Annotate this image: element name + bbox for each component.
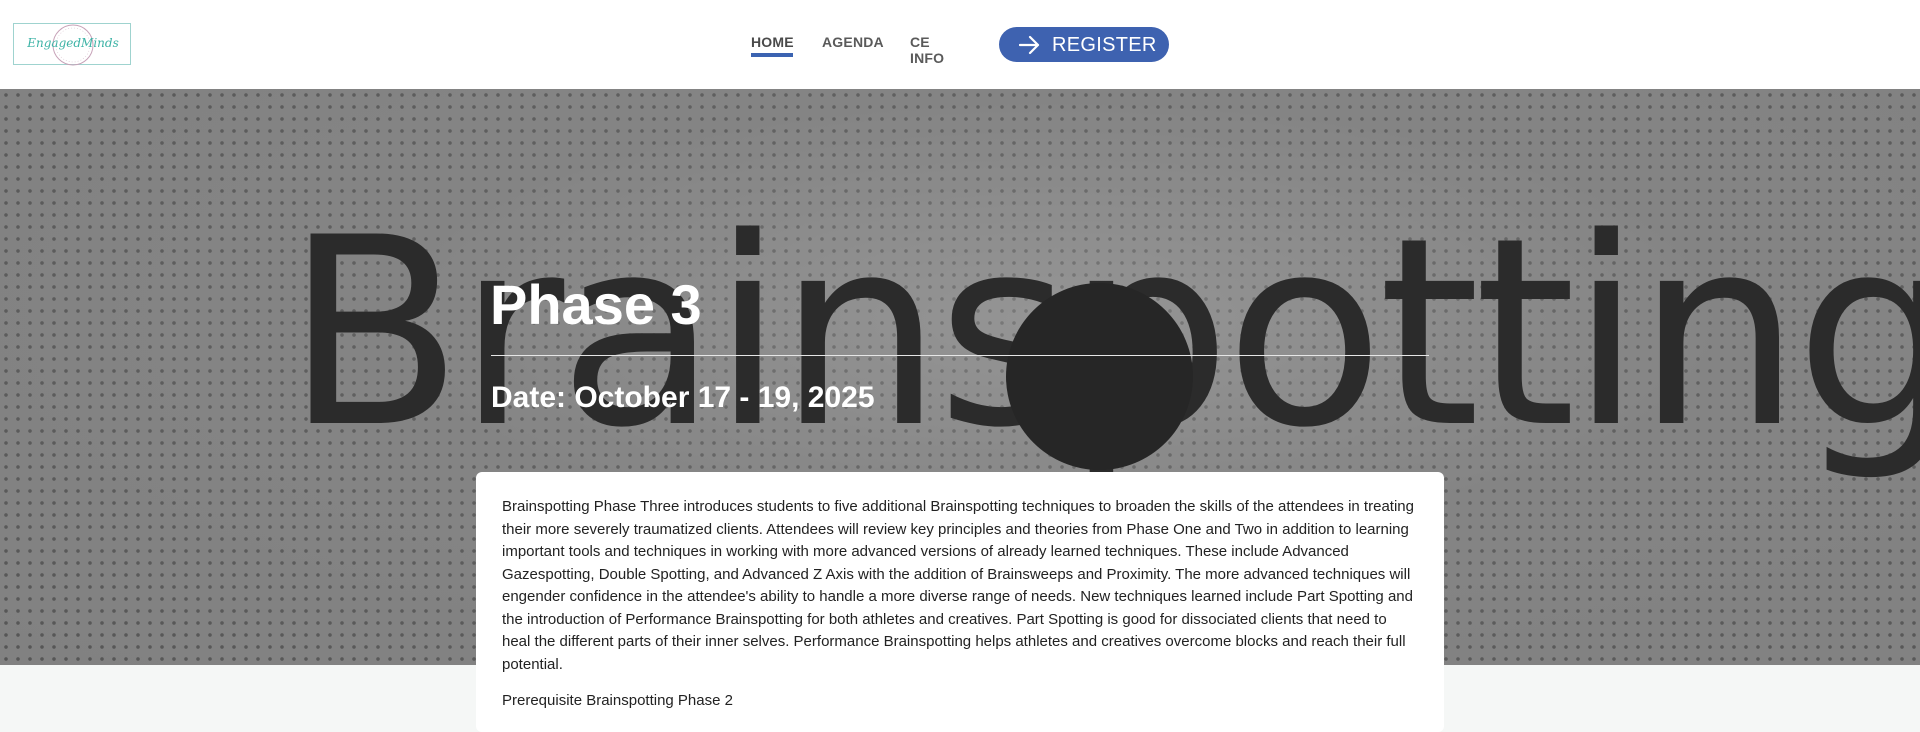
- arrow-right-icon: [1019, 35, 1040, 55]
- nav-agenda[interactable]: AGENDA: [822, 34, 884, 50]
- engaged-minds-logo[interactable]: EngagedMinds: [13, 23, 131, 66]
- content-card: Brainspotting Phase Three introduces stu…: [476, 472, 1444, 732]
- course-description: Brainspotting Phase Three introduces stu…: [502, 498, 1414, 673]
- nav-ce-info[interactable]: CE INFO: [910, 34, 944, 66]
- register-label: REGISTER: [1052, 34, 1157, 56]
- hero-divider: [491, 355, 1429, 356]
- site-header: EngagedMinds HOME AGENDA CE INFO REGISTE…: [0, 0, 1920, 89]
- nav-active-indicator: [751, 53, 793, 57]
- register-button[interactable]: REGISTER: [999, 27, 1169, 62]
- page-title: Phase 3: [490, 273, 702, 336]
- prerequisite-text: Prerequisite Brainspotting Phase 2: [502, 692, 733, 709]
- nav-home[interactable]: HOME: [751, 34, 794, 50]
- event-date: Date: October 17 - 19, 2025: [491, 381, 875, 414]
- logo-text: EngagedMinds: [27, 36, 119, 50]
